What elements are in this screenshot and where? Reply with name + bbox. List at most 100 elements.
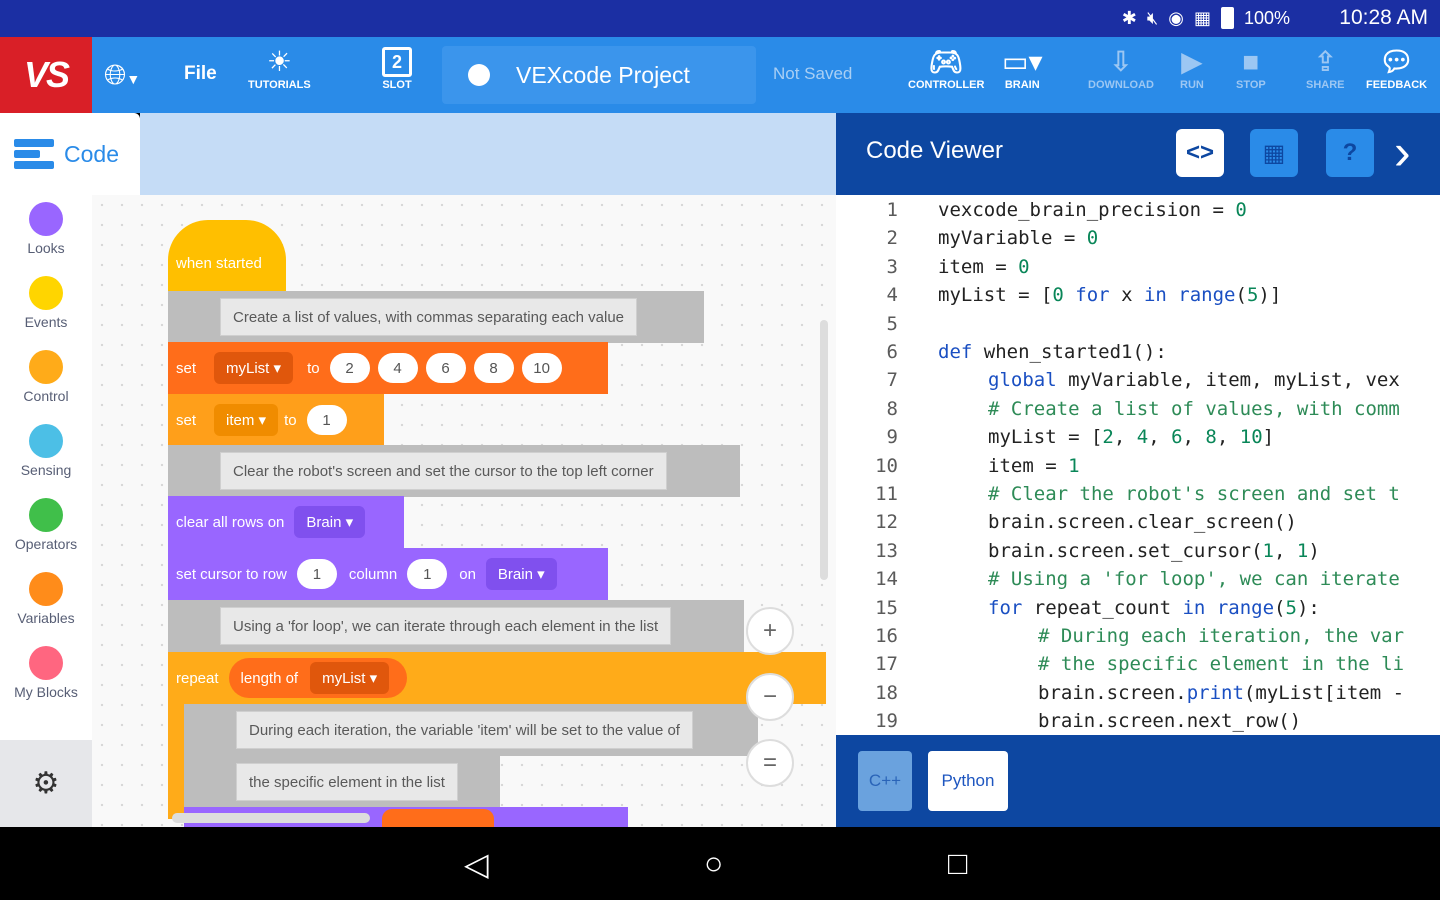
code-token: 2 bbox=[1102, 426, 1114, 449]
horizontal-scrollbar[interactable] bbox=[172, 813, 370, 823]
repeat-block[interactable]: repeat length of myList ▾ bbox=[168, 652, 826, 704]
feedback-button[interactable]: 💬︎ FEEDBACK bbox=[1366, 45, 1427, 91]
bluetooth-icon: ✱ bbox=[1121, 7, 1137, 28]
set-cursor-block[interactable]: set cursor to row 1 column 1 on Brain ▾ bbox=[168, 548, 608, 600]
code-editor[interactable]: 1 vexcode_brain_precision = 0 2 myVariable … bbox=[836, 195, 1440, 735]
back-icon[interactable]: ◁ bbox=[464, 845, 489, 883]
category-control[interactable]: Control bbox=[0, 350, 92, 404]
project-name-field[interactable]: VEXcode Project bbox=[442, 46, 756, 104]
code-line: item = 0 bbox=[938, 256, 1030, 278]
code-token: for bbox=[1075, 284, 1110, 307]
code-token: 0 bbox=[1018, 255, 1030, 278]
feedback-label: FEEDBACK bbox=[1366, 79, 1428, 91]
set-variable-block[interactable]: set item ▾ to 1 bbox=[168, 394, 384, 446]
code-toggle-button[interactable]: <> bbox=[1176, 129, 1224, 177]
row-value[interactable]: 1 bbox=[296, 559, 337, 589]
zoom-in-button[interactable]: + bbox=[746, 607, 794, 655]
set-list-block[interactable]: set myList ▾ to 2 4 6 8 10 bbox=[168, 342, 608, 394]
category-label: My Blocks bbox=[14, 684, 78, 700]
lightbulb-icon: ☀ bbox=[266, 46, 292, 77]
category-label: Variables bbox=[17, 610, 75, 626]
list-value-input[interactable]: 2 bbox=[329, 353, 370, 383]
category-sensing[interactable]: Sensing bbox=[0, 424, 92, 478]
comment-text[interactable]: the specific element in the list bbox=[236, 763, 458, 801]
comment-block[interactable]: Create a list of values, with commas sep… bbox=[168, 291, 704, 343]
reporter-block[interactable] bbox=[382, 809, 494, 827]
list-dropdown[interactable]: myList ▾ bbox=[310, 662, 390, 694]
comment-text[interactable]: Clear the robot's screen and set the cur… bbox=[220, 452, 667, 490]
comment-text[interactable]: During each iteration, the variable 'ite… bbox=[236, 711, 693, 749]
category-label: Operators bbox=[14, 536, 78, 552]
line-number: 1 bbox=[886, 199, 898, 221]
download-button[interactable]: ⇩ DOWNLOAD bbox=[1088, 45, 1154, 91]
clear-rows-block[interactable]: clear all rows on Brain ▾ bbox=[168, 496, 404, 548]
tab-code[interactable]: Code bbox=[0, 113, 140, 195]
comment-text[interactable]: Using a 'for loop', we can iterate throu… bbox=[220, 607, 672, 645]
comment-block[interactable]: During each iteration, the variable 'ite… bbox=[184, 704, 758, 756]
list-value-input[interactable]: 8 bbox=[473, 353, 514, 383]
collapse-panel-chevron-icon[interactable]: › bbox=[1394, 123, 1411, 181]
category-operators[interactable]: Operators bbox=[0, 498, 92, 552]
language-switcher: C++ Python bbox=[836, 735, 1440, 827]
code-line: # the specific element in the li bbox=[1038, 653, 1404, 675]
when-started-block[interactable]: when started bbox=[168, 220, 286, 292]
recents-icon[interactable]: □ bbox=[948, 845, 967, 882]
code-token: # Clear the robot's screen and set t bbox=[988, 483, 1400, 505]
language-globe-icon[interactable]: 🌐︎▼ bbox=[104, 59, 140, 92]
stop-icon: ■ bbox=[1242, 46, 1260, 77]
vertical-scrollbar[interactable] bbox=[820, 320, 828, 580]
code-token: myList = [ bbox=[938, 284, 1053, 307]
help-button[interactable]: ? bbox=[1326, 129, 1374, 177]
code-token: 5 bbox=[1246, 284, 1259, 307]
brain-dropdown[interactable]: Brain ▾ bbox=[485, 558, 557, 590]
python-language-button[interactable]: Python bbox=[928, 751, 1008, 811]
stop-button[interactable]: ■ STOP bbox=[1236, 45, 1266, 91]
line-number: 8 bbox=[886, 397, 898, 420]
list-value-input[interactable]: 10 bbox=[521, 353, 562, 383]
length-of-reporter[interactable]: length of myList ▾ bbox=[228, 658, 408, 698]
category-looks[interactable]: Looks bbox=[0, 202, 92, 256]
vexcode-logo[interactable]: VS bbox=[0, 37, 92, 113]
category-label: Sensing bbox=[20, 462, 72, 478]
slot-button[interactable]: 2 SLOT bbox=[382, 45, 412, 91]
line-number: 10 bbox=[875, 454, 898, 477]
comment-block[interactable]: Clear the robot's screen and set the cur… bbox=[168, 445, 740, 497]
category-color-dot bbox=[29, 424, 63, 458]
controller-button[interactable]: 🎮︎ CONTROLLER bbox=[908, 45, 984, 91]
cpp-language-button[interactable]: C++ bbox=[858, 751, 912, 811]
set-cursor-label: set cursor to row bbox=[176, 565, 287, 583]
tutorials-button[interactable]: ☀ TUTORIALS bbox=[248, 45, 311, 91]
code-token: )] bbox=[1258, 284, 1282, 307]
device-info-button[interactable]: ▦ bbox=[1250, 129, 1298, 177]
variable-value[interactable]: 1 bbox=[306, 405, 347, 435]
column-value[interactable]: 1 bbox=[407, 559, 448, 589]
devices-extension-icon[interactable]: ⚙ bbox=[0, 740, 92, 827]
run-button[interactable]: ▶ RUN bbox=[1180, 45, 1204, 91]
code-token: ): bbox=[1296, 596, 1320, 619]
comment-text[interactable]: Create a list of values, with commas sep… bbox=[220, 298, 638, 336]
share-button[interactable]: ⇪ SHARE bbox=[1306, 45, 1345, 91]
block-workspace[interactable]: when started Create a list of values, wi… bbox=[92, 195, 836, 827]
category-variables[interactable]: Variables bbox=[0, 572, 92, 626]
category-my-blocks[interactable]: My Blocks bbox=[0, 646, 92, 700]
list-value-input[interactable]: 4 bbox=[377, 353, 418, 383]
comment-block[interactable]: the specific element in the list bbox=[184, 756, 500, 808]
brain-button[interactable]: ▭▾ BRAIN bbox=[1002, 45, 1043, 91]
code-line: myList = [0 for x in range(5)] bbox=[938, 284, 1281, 306]
home-icon[interactable]: ○ bbox=[704, 845, 723, 882]
code-token: , bbox=[1216, 426, 1240, 449]
code-line: # Using a 'for loop', we can iterate bbox=[988, 568, 1400, 590]
zoom-out-button[interactable]: − bbox=[746, 673, 794, 721]
file-menu[interactable]: File bbox=[184, 63, 217, 85]
brain-dropdown[interactable]: Brain ▾ bbox=[294, 506, 366, 538]
list-value-input[interactable]: 6 bbox=[425, 353, 466, 383]
list-dropdown[interactable]: myList ▾ bbox=[214, 352, 294, 384]
zoom-reset-button[interactable]: = bbox=[746, 739, 794, 787]
column-label: column bbox=[348, 565, 398, 583]
code-blocks-icon bbox=[14, 137, 54, 171]
comment-block[interactable]: Using a 'for loop', we can iterate throu… bbox=[168, 600, 744, 652]
code-token: # During each iteration, the var bbox=[1038, 625, 1405, 647]
variable-dropdown[interactable]: item ▾ bbox=[214, 404, 279, 436]
category-events[interactable]: Events bbox=[0, 276, 92, 330]
